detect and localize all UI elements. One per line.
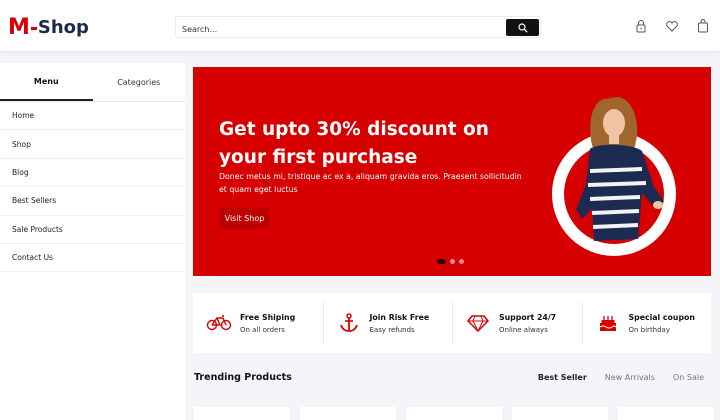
- slider-dot-3[interactable]: [459, 259, 464, 264]
- sidebar-tabs: Menu Categories: [0, 63, 185, 102]
- heart-icon[interactable]: [665, 18, 679, 34]
- search-bar: [175, 16, 541, 40]
- diamond-icon: [465, 312, 491, 334]
- product-card[interactable]: [194, 407, 290, 420]
- feature-title: Join Risk Free: [369, 312, 430, 322]
- bag-icon[interactable]: [696, 18, 710, 34]
- banner-title: Get upto 30% discount on your first purc…: [219, 119, 489, 168]
- logo-dash: [30, 26, 37, 30]
- feature-subtitle: On all orders: [240, 325, 285, 334]
- top-header: M Shop: [0, 0, 720, 51]
- lock-icon[interactable]: [634, 18, 648, 34]
- feature-title: Free Shiping: [240, 312, 296, 322]
- tab-categories[interactable]: Categories: [93, 63, 186, 101]
- feature-title: Support 24/7: [499, 312, 557, 322]
- logo[interactable]: M Shop: [8, 14, 89, 40]
- banner-subtitle: Donec metus mi, tristique ac ex a, aliqu…: [219, 172, 522, 194]
- product-card[interactable]: [618, 407, 714, 420]
- bicycle-icon: [206, 312, 232, 334]
- trending-title: Trending Products: [194, 372, 292, 383]
- search-input[interactable]: [176, 19, 496, 40]
- feature-title: Special coupon: [628, 312, 695, 322]
- tab-menu[interactable]: Menu: [0, 63, 93, 101]
- feature-subtitle: Online always: [499, 325, 548, 334]
- visit-shop-button[interactable]: Visit Shop: [219, 208, 270, 229]
- search-icon: [517, 22, 528, 33]
- sidebar-item-home[interactable]: Home: [0, 102, 185, 131]
- cake-icon: [595, 312, 621, 334]
- trending-tabs: Best Seller New Arrivals On Sale: [538, 373, 704, 382]
- header-icons: [634, 18, 710, 34]
- product-cards: [194, 407, 714, 420]
- slider-dots: [437, 259, 464, 264]
- feature-free-shipping: Free Shiping On all orders: [193, 293, 323, 353]
- feature-subtitle: Easy refunds: [369, 325, 415, 334]
- feature-subtitle: On birthday: [628, 325, 671, 334]
- product-card[interactable]: [300, 407, 396, 420]
- hero-banner: Get upto 30% discount on your first purc…: [193, 67, 711, 276]
- tab-new-arrivals[interactable]: New Arrivals: [605, 373, 655, 382]
- tab-best-seller[interactable]: Best Seller: [538, 373, 587, 382]
- sidebar-item-contact-us[interactable]: Contact Us: [0, 244, 185, 273]
- product-card[interactable]: [512, 407, 608, 420]
- sidebar-item-sale-products[interactable]: Sale Products: [0, 216, 185, 244]
- feature-support: Support 24/7 Online always: [452, 293, 582, 353]
- sidebar: Menu Categories Home Shop Blog Best Sell…: [0, 63, 185, 420]
- logo-m: M: [8, 14, 30, 40]
- tab-on-sale[interactable]: On Sale: [673, 373, 704, 382]
- anchor-icon: [336, 312, 362, 334]
- sidebar-item-shop[interactable]: Shop: [0, 130, 185, 159]
- slider-dot-1[interactable]: [437, 259, 446, 264]
- logo-shop-text: Shop: [37, 16, 89, 38]
- slider-dot-2[interactable]: [450, 259, 455, 264]
- features-strip: Free Shiping On all orders Join Risk Fre…: [193, 293, 711, 353]
- feature-join-risk-free: Join Risk Free Easy refunds: [322, 293, 453, 353]
- sidebar-item-best-sellers[interactable]: Best Sellers: [0, 187, 185, 216]
- product-card[interactable]: [406, 407, 502, 420]
- feature-special-coupon: Special coupon On birthday: [581, 293, 712, 353]
- sidebar-item-blog[interactable]: Blog: [0, 159, 185, 188]
- banner-model-image: [552, 97, 676, 256]
- search-button[interactable]: [506, 19, 539, 36]
